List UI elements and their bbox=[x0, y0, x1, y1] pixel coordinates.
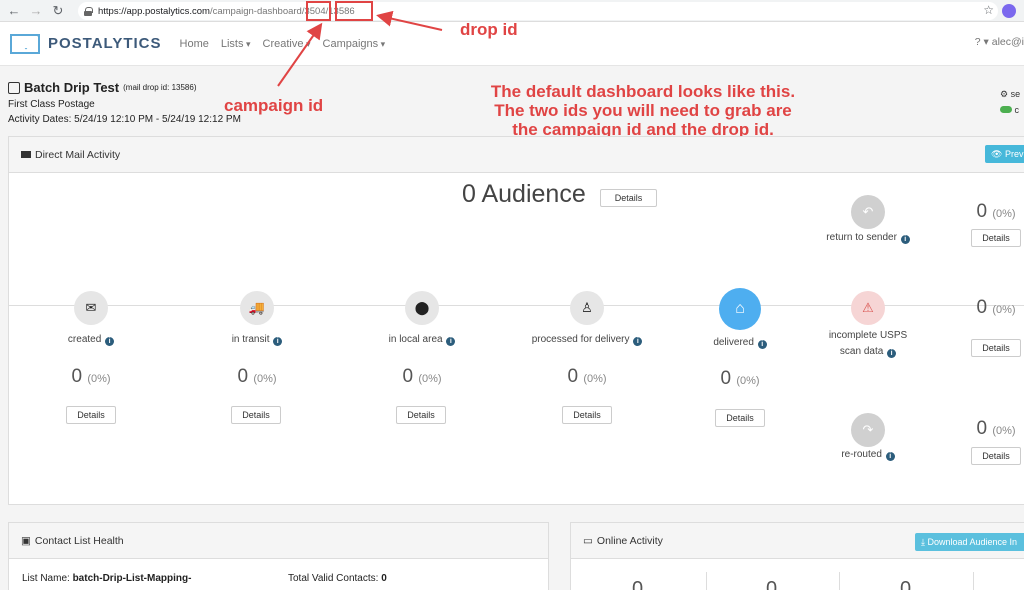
step-count-created: 0 (0%) bbox=[71, 366, 111, 387]
created-details-button[interactable]: Details bbox=[66, 406, 116, 424]
map-marker-icon: ⬤ bbox=[405, 291, 439, 325]
online-metric-zero: 0 bbox=[632, 578, 644, 590]
url-host: https://app.postalytics.com bbox=[98, 5, 210, 17]
nav-campaigns[interactable]: Campaigns bbox=[323, 38, 386, 50]
step-count-in-local-area: 0 (0%) bbox=[402, 366, 442, 387]
nav-links: Home Lists Creative Campaigns bbox=[180, 38, 398, 50]
toggle-cut: c bbox=[1014, 105, 1020, 115]
download-audience-button[interactable]: ⤓ Download Audience In bbox=[915, 533, 1024, 551]
list-name-row: List Name: batch-Drip-List-Mapping- bbox=[22, 573, 192, 584]
in-transit-details-button[interactable]: Details bbox=[231, 406, 281, 424]
reply-icon: ↶ bbox=[851, 195, 885, 229]
side-count-incomplete: 0 (0%) bbox=[976, 297, 1016, 318]
activity-dates: Activity Dates: 5/24/19 12:10 PM - 5/24/… bbox=[8, 114, 241, 125]
nav-lists[interactable]: Lists bbox=[221, 38, 251, 50]
mail-drop-id: (mail drop id: 13586) bbox=[123, 83, 197, 92]
valid-contacts-row: Total Valid Contacts: 0 bbox=[288, 573, 387, 584]
valid-contacts-value: 0 bbox=[381, 573, 387, 584]
divider bbox=[839, 572, 840, 590]
header-right-controls: ⚙ se c bbox=[1000, 86, 1024, 118]
truck-icon: 🚚 bbox=[240, 291, 274, 325]
return-details-button[interactable]: Details bbox=[971, 229, 1021, 247]
forward-icon[interactable]: → bbox=[28, 3, 44, 19]
preview-button[interactable]: 👁 Previ bbox=[985, 145, 1024, 163]
card-title: Direct Mail Activity bbox=[35, 148, 121, 161]
address-bar[interactable]: https://app.postalytics.com/campaign-das… bbox=[78, 2, 998, 20]
main-annotation: The default dashboard looks like this. T… bbox=[490, 82, 796, 139]
toggle-switch[interactable] bbox=[1000, 106, 1012, 113]
rerouted-details-button[interactable]: Details bbox=[971, 447, 1021, 465]
campaign-title: Batch Drip Test bbox=[24, 80, 120, 95]
step-label-in-local-area: in local area i bbox=[352, 334, 492, 346]
step-label-created: created i bbox=[21, 334, 161, 346]
warning-icon: ⚠ bbox=[851, 291, 885, 325]
envelope-icon: ✉ bbox=[74, 291, 108, 325]
divider bbox=[706, 572, 707, 590]
info-icon[interactable]: i bbox=[887, 349, 897, 358]
side-count-rerouted: 0 (0%) bbox=[976, 418, 1016, 439]
nav-creative[interactable]: Creative bbox=[263, 38, 311, 50]
laptop-icon: ▭ bbox=[583, 534, 593, 547]
divider bbox=[973, 572, 974, 590]
drop-id-annotation: drop id bbox=[460, 20, 518, 39]
delivered-details-button[interactable]: Details bbox=[715, 409, 765, 427]
step-count-in-transit: 0 (0%) bbox=[237, 366, 277, 387]
reload-icon[interactable]: ↻ bbox=[50, 3, 66, 19]
online-metric-zero: 0 bbox=[900, 578, 912, 590]
in-local-area-details-button[interactable]: Details bbox=[396, 406, 446, 424]
audience-details-button[interactable]: Details bbox=[600, 189, 657, 207]
campaign-header: Batch Drip Test (mail drop id: 13586) Fi… bbox=[8, 80, 241, 125]
info-icon[interactable]: i bbox=[105, 337, 115, 346]
step-label-in-transit: in transit i bbox=[187, 334, 327, 346]
home-outline-icon bbox=[8, 81, 20, 94]
page-title: Batch Drip Test (mail drop id: 13586) bbox=[8, 80, 241, 95]
medkit-icon: ▣ bbox=[21, 534, 31, 547]
gear-icon[interactable]: ⚙ bbox=[1000, 89, 1008, 99]
star-icon[interactable]: ☆ bbox=[983, 3, 994, 17]
card-header: Direct Mail Activity bbox=[9, 137, 1024, 173]
campaign-id-annotation: campaign id bbox=[224, 96, 324, 115]
step-label-incomplete-usps: incomplete USPS scan data i bbox=[828, 330, 908, 358]
browser-toolbar: ← → ↻ https://app.postalytics.com/campai… bbox=[0, 0, 1024, 22]
person-icon: ♙ bbox=[570, 291, 604, 325]
nav-home[interactable]: Home bbox=[180, 38, 209, 50]
url-path: /campaign-dashboard/3504/13586 bbox=[209, 5, 355, 17]
envelope-logo-icon bbox=[10, 33, 40, 54]
card-title: Contact List Health bbox=[34, 534, 124, 547]
forward-arrow-icon: ↷ bbox=[851, 413, 885, 447]
brand-logo[interactable]: POSTALYTICS bbox=[10, 33, 162, 54]
step-label-return-to-sender: return to sender i bbox=[798, 232, 938, 244]
info-icon[interactable]: i bbox=[446, 337, 456, 346]
list-name-value: batch-Drip-List-Mapping- bbox=[72, 573, 192, 584]
lock-icon bbox=[84, 6, 93, 16]
info-icon[interactable]: i bbox=[900, 235, 910, 244]
processed-details-button[interactable]: Details bbox=[562, 406, 612, 424]
envelope-icon bbox=[21, 151, 31, 158]
online-metric-zero: 0 bbox=[766, 578, 778, 590]
step-label-re-routed: re-routed i bbox=[798, 449, 938, 461]
campaign-id-highlight bbox=[306, 1, 331, 21]
step-label-delivered: delivered i bbox=[670, 337, 810, 349]
side-count-return: 0 (0%) bbox=[976, 201, 1016, 222]
back-icon[interactable]: ← bbox=[6, 3, 22, 19]
audience-count: 0 Audience bbox=[462, 180, 586, 208]
settings-cut[interactable]: se bbox=[1011, 89, 1021, 99]
info-icon[interactable]: i bbox=[633, 337, 643, 346]
step-count-processed: 0 (0%) bbox=[567, 366, 607, 387]
user-menu[interactable]: ? ▾ alec@i bbox=[975, 36, 1024, 48]
info-icon[interactable]: i bbox=[757, 340, 767, 349]
card-header: ▣ Contact List Health bbox=[9, 523, 548, 559]
card-title: Online Activity bbox=[596, 534, 663, 547]
extension-icon[interactable] bbox=[1002, 4, 1016, 18]
step-count-delivered: 0 (0%) bbox=[720, 368, 760, 389]
postage-type: First Class Postage bbox=[8, 99, 95, 110]
info-icon[interactable]: i bbox=[885, 452, 895, 461]
drop-id-highlight bbox=[335, 1, 373, 21]
brand-name: POSTALYTICS bbox=[48, 35, 162, 52]
home-icon: ⌂ bbox=[719, 288, 761, 330]
info-icon[interactable]: i bbox=[273, 337, 283, 346]
step-label-processed: processed for delivery i bbox=[517, 334, 657, 346]
incomplete-details-button[interactable]: Details bbox=[971, 339, 1021, 357]
